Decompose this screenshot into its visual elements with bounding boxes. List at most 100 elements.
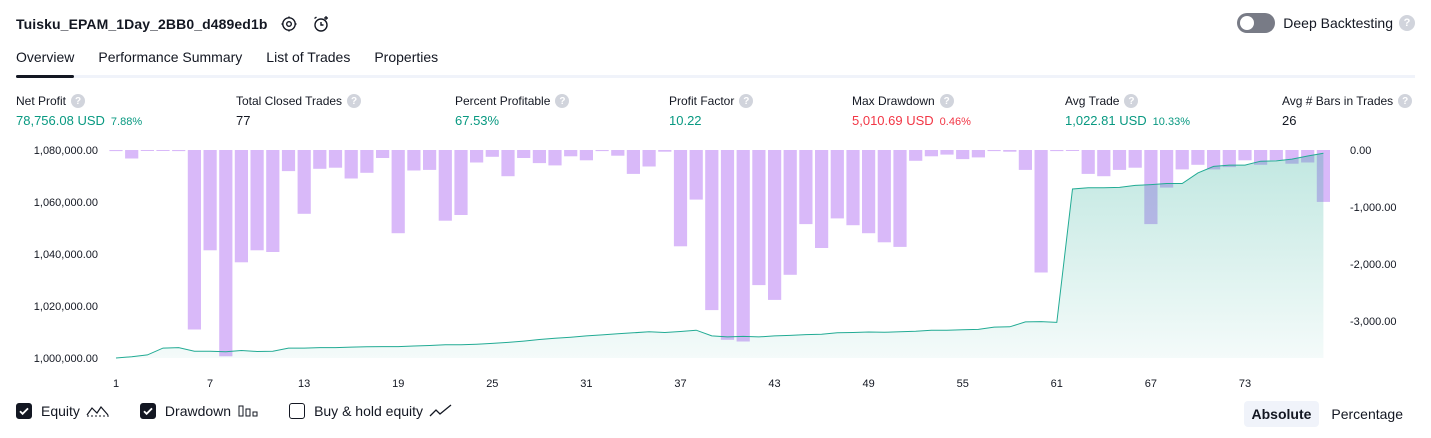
drawdown-bar [1097,150,1111,177]
help-icon[interactable]: ? [1124,94,1139,108]
help-icon[interactable]: ? [1399,15,1415,31]
drawdown-bar [987,150,1001,152]
metric-label: Profit Factor [669,94,735,108]
drawdown-bar [517,150,531,158]
drawdown-bar [438,150,452,221]
drawdown-bar [909,150,923,161]
metric-avg-bars: Avg # Bars in Trades? 26 [1282,93,1413,128]
drawdown-bar [689,150,703,200]
right-tick-label: -2,000.00 [1350,259,1396,271]
drawdown-bar [846,150,860,226]
drawdown-bar [564,150,578,157]
drawdown-bar [391,150,405,234]
buy-hold-checkbox[interactable] [289,403,306,419]
left-tick-label: 1,040,000.00 [34,249,98,261]
drawdown-bar [752,150,766,286]
legend-buy-hold-equity[interactable]: Buy & hold equity [289,403,453,419]
checkmark-icon [143,407,153,416]
metric-value: 10.22 [669,113,702,128]
drawdown-bar [297,150,311,214]
help-icon[interactable]: ? [347,94,362,108]
add-alert-icon[interactable] [311,14,331,34]
drawdown-bar [893,150,907,247]
percentage-button[interactable]: Percentage [1323,401,1411,427]
metric-percent: 10.33% [1152,116,1190,128]
left-tick-label: 1,000,000.00 [34,353,98,365]
metric-value: 26 [1282,113,1297,128]
drawdown-bar [924,150,938,157]
help-icon[interactable]: ? [739,94,754,108]
right-tick-label: -3,000.00 [1350,316,1396,328]
drawdown-checkbox[interactable] [139,403,156,419]
metric-label: Total Closed Trades [236,94,343,108]
x-tick-label: 1 [113,378,119,390]
left-axis: 1,000,000.00 1,020,000.00 1,040,000.00 1,06… [34,145,98,365]
drawdown-bar [971,150,985,158]
drawdown-bar [360,150,374,173]
metric-label: Avg Trade [1065,94,1120,108]
metric-max-drawdown: Max Drawdown? 5,010.69 USD 0.46% [852,93,971,128]
drawdown-bar [187,150,201,330]
metric-avg-trade: Avg Trade? 1,022.81 USD 10.33% [1065,93,1190,128]
help-icon[interactable]: ? [1398,94,1413,108]
drawdown-bar [1175,150,1189,170]
equity-label: Equity [41,403,80,419]
drawdown-bar [109,150,123,152]
equity-checkbox[interactable] [16,403,32,419]
drawdown-bar [1065,150,1080,151]
tab-performance-summary[interactable]: Performance Summary [98,44,242,75]
drawdown-bar [532,150,546,164]
metric-percent: 7.88% [110,116,143,128]
drawdown-bar [1191,150,1205,165]
deep-backtesting-toggle[interactable] [1237,13,1276,33]
checkmark-icon [19,407,29,416]
drawdown-bar [1034,150,1048,273]
x-tick-label: 13 [298,378,310,390]
left-tick-label: 1,080,000.00 [34,145,98,157]
right-tick-label: 0.00 [1350,145,1371,157]
x-tick-label: 25 [486,378,498,390]
x-tick-label: 19 [392,378,404,390]
settings-icon[interactable] [279,14,299,34]
drawdown-bar [579,150,593,161]
drawdown-bar [407,150,421,171]
metric-value: 5,010.69 USD [852,113,934,128]
drawdown-bar [1128,150,1142,168]
legend-equity[interactable]: Equity [16,403,110,419]
absolute-button[interactable]: Absolute [1243,401,1320,427]
drawdown-bar [799,150,813,225]
drawdown-bar [423,150,437,170]
equity-drawdown-chart[interactable]: 1,000,000.00 1,020,000.00 1,040,000.00 1,06… [0,138,1431,398]
help-icon[interactable]: ? [939,94,954,108]
drawdown-bar [595,150,609,152]
help-icon[interactable]: ? [555,94,570,108]
drawdown-bar [219,150,233,357]
tab-list-of-trades[interactable]: List of Trades [266,44,350,75]
equity-line-icon [86,406,109,417]
scale-mode-switch: Absolute Percentage [1240,401,1412,427]
drawdown-bar [1003,150,1017,152]
drawdown-bar [705,150,719,311]
drawdown-bar [877,150,891,243]
x-tick-label: 31 [580,378,592,390]
left-tick-label: 1,020,000.00 [34,301,98,313]
metric-value: 77 [236,113,251,128]
help-icon[interactable]: ? [71,94,86,108]
drawdown-bar [470,150,484,163]
x-tick-label: 55 [957,378,969,390]
drawdown-bar [815,150,829,248]
drawdown-bar [736,150,750,342]
tab-overview[interactable]: Overview [16,44,75,78]
tab-properties[interactable]: Properties [374,44,438,75]
legend-drawdown[interactable]: Drawdown [139,403,259,419]
x-tick-label: 49 [863,378,875,390]
metric-value: 67.53% [455,113,500,128]
equity-area [116,153,1324,358]
left-tick-label: 1,060,000.00 [34,197,98,209]
toggle-knob [1240,16,1255,30]
metric-percent: 0.46% [939,116,971,128]
drawdown-bar [611,150,625,156]
x-tick-label: 43 [768,378,780,390]
drawdown-bar [266,150,280,252]
deep-backtesting-label: Deep Backtesting [1283,15,1393,31]
